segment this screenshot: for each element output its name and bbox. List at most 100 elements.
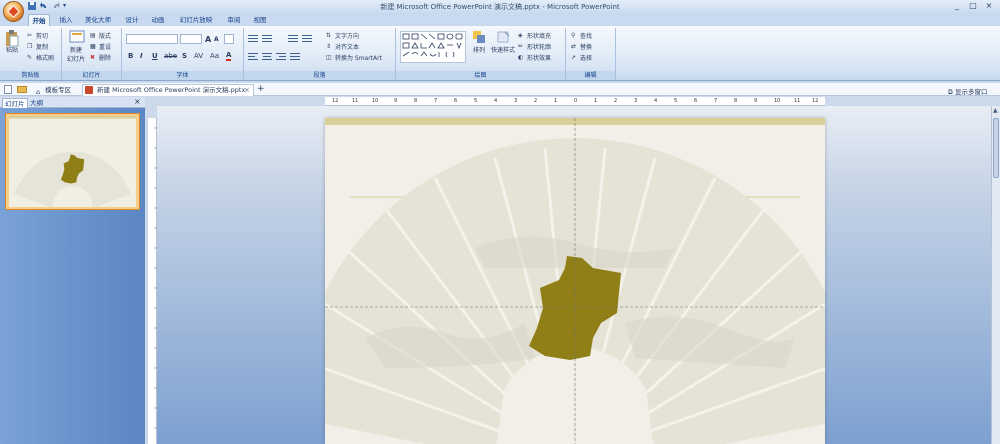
shape-fill-button[interactable]: ◈ 形状填充 — [518, 31, 551, 40]
tab-home[interactable]: 开始 — [28, 14, 50, 26]
vertical-scrollbar[interactable]: ▲ — [991, 106, 1000, 444]
tab-design[interactable]: 设计 — [122, 14, 142, 26]
font-size-combobox[interactable] — [180, 34, 202, 44]
find-label: 查找 — [580, 33, 593, 40]
ruler-tick: 3 — [514, 98, 518, 104]
slide-thumbnail[interactable] — [9, 116, 136, 209]
ruler-tick: 12 — [812, 98, 819, 104]
select-button[interactable]: ➚ 选择 — [571, 53, 592, 62]
ruler-tick: 5 — [474, 98, 478, 104]
new-document-icon[interactable] — [4, 85, 12, 94]
cut-button[interactable]: ✂ 剪切 — [27, 31, 48, 40]
char-spacing-button[interactable]: AV — [194, 52, 203, 60]
change-case-button[interactable]: Aa — [210, 52, 219, 60]
ruler-tick: 11 — [352, 98, 359, 104]
pane-close-button[interactable]: × — [134, 97, 141, 106]
delete-slide-button[interactable]: ✖ 删除 — [90, 53, 111, 62]
binoculars-icon: ⚲ — [571, 32, 576, 39]
shape-outline-button[interactable]: ✏ 形状轮廓 — [518, 42, 551, 51]
copy-button[interactable]: ❐ 复制 — [27, 42, 48, 51]
font-name-combobox[interactable] — [126, 34, 178, 44]
ruler-tick: 9 — [754, 98, 758, 104]
arrange-button[interactable]: 排列 — [470, 30, 488, 54]
paste-button[interactable]: 粘贴 — [3, 30, 21, 54]
layout-button[interactable]: ▤ 版式 — [90, 31, 111, 40]
editing-group-label: 编辑 — [566, 71, 615, 80]
reset-icon: ▦ — [90, 43, 96, 50]
grow-font-button[interactable]: A — [205, 35, 211, 44]
underline-button[interactable]: U — [152, 52, 158, 60]
list-buttons[interactable] — [248, 34, 324, 44]
delete-label: 删除 — [99, 55, 112, 62]
tab-outline[interactable]: 大纲 — [28, 98, 45, 108]
text-direction-label: 文字方向 — [335, 33, 360, 40]
cursor-icon: ➚ — [571, 54, 577, 61]
tab-animation[interactable]: 动画 — [148, 14, 168, 26]
effects-icon: ◐ — [518, 54, 524, 61]
reset-label: 重设 — [99, 44, 112, 51]
font-color-button[interactable]: A — [226, 51, 232, 61]
shrink-font-button[interactable]: A — [214, 36, 219, 43]
close-button[interactable]: × — [982, 1, 996, 11]
alignment-buttons[interactable] — [248, 52, 324, 62]
ruler-tick: 8 — [734, 98, 738, 104]
ruler-tick: 6 — [694, 98, 698, 104]
scissors-icon: ✂ — [27, 32, 33, 39]
reset-button[interactable]: ▦ 重设 — [90, 42, 111, 51]
paste-label: 粘贴 — [5, 47, 18, 54]
ruler-tick: 10 — [372, 98, 379, 104]
tab-insert[interactable]: 插入 — [56, 14, 76, 26]
layout-icon: ▤ — [90, 32, 96, 39]
minimize-button[interactable]: _ — [950, 1, 964, 11]
replace-button[interactable]: ⇄ 替换 — [571, 42, 592, 51]
text-direction-button[interactable]: ⇅ 文字方向 — [326, 31, 359, 40]
quick-styles-button[interactable]: 快速样式 — [490, 30, 516, 54]
tab-slideshow[interactable]: 幻灯片放映 — [176, 14, 216, 26]
new-slide-button[interactable]: 新建 幻灯片 — [64, 30, 88, 63]
layout-label: 版式 — [99, 33, 112, 40]
maximize-button[interactable]: □ — [966, 1, 980, 11]
cut-label: 剪切 — [36, 33, 49, 40]
ruler-tick: 1 — [594, 98, 598, 104]
tab-beautify-master[interactable]: 美化大师 — [82, 14, 114, 26]
shape-effects-button[interactable]: ◐ 形状效果 — [518, 53, 551, 62]
office-button[interactable] — [3, 1, 24, 22]
tab-slides[interactable]: 幻灯片 — [2, 98, 28, 108]
copy-icon: ❐ — [27, 43, 33, 50]
shadow-button[interactable]: S — [182, 52, 187, 60]
multi-window-button[interactable]: ⧉ 显示多窗口 — [948, 86, 988, 96]
shapes-gallery[interactable] — [400, 31, 466, 63]
add-tab-button[interactable]: + — [257, 84, 265, 94]
smartart-label: 转换为 SmartArt — [335, 55, 382, 62]
font-group-label: 字体 — [122, 71, 243, 80]
smartart-button[interactable]: ◫ 转换为 SmartArt — [326, 53, 382, 62]
slide-artwork — [325, 118, 825, 444]
align-text-button[interactable]: ⇕ 对齐文本 — [326, 42, 359, 51]
tab-view[interactable]: 视图 — [250, 14, 270, 26]
ruler-tick: 7 — [714, 98, 718, 104]
brush-icon: ✎ — [27, 54, 33, 61]
paint-bucket-icon: ◈ — [518, 32, 523, 39]
select-label: 选择 — [580, 55, 593, 62]
template-zone-label: 模板专区 — [45, 86, 72, 94]
find-button[interactable]: ⚲ 查找 — [571, 31, 592, 40]
scroll-up-icon[interactable]: ▲ — [993, 108, 999, 114]
format-painter-button[interactable]: ✎ 格式刷 — [27, 53, 54, 62]
smartart-icon: ◫ — [326, 54, 332, 61]
clear-format-icon[interactable] — [224, 34, 234, 44]
quick-styles-label: 快速样式 — [490, 47, 515, 54]
replace-icon: ⇄ — [571, 43, 577, 50]
drawing-group-label: 绘图 — [396, 71, 565, 80]
open-folder-icon[interactable] — [17, 86, 27, 93]
template-zone-tab[interactable]: ⌂ 模板专区 — [36, 85, 82, 96]
tab-review[interactable]: 审阅 — [224, 14, 244, 26]
document-tab[interactable]: 新建 Microsoft Office PowerPoint 演示文稿.pptx — [82, 84, 254, 96]
slide[interactable] — [325, 118, 825, 444]
strikethrough-button[interactable]: abe — [164, 52, 177, 60]
italic-button[interactable]: I — [140, 52, 143, 60]
scrollbar-thumb[interactable] — [993, 118, 999, 178]
align-text-icon: ⇕ — [326, 43, 332, 50]
shape-fill-label: 形状填充 — [527, 33, 552, 40]
bold-button[interactable]: B — [128, 52, 133, 60]
close-tab-icon[interactable]: × — [244, 86, 250, 94]
